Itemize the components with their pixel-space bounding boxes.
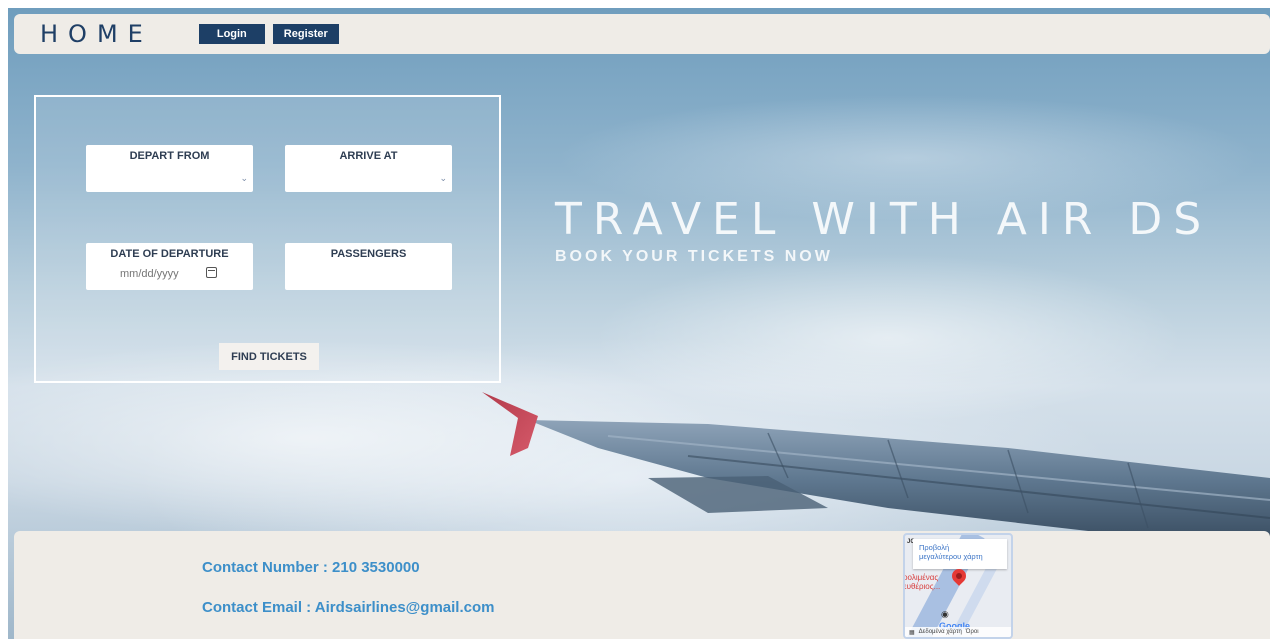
map-place-label: ρολιμένας ευθέριος... (903, 573, 941, 591)
map-terms-link[interactable]: Όροι (966, 629, 979, 635)
map-data-link[interactable]: Δεδομένα χάρτη (919, 629, 962, 635)
contact-number: Contact Number : 210 3530000 (202, 559, 420, 576)
date-input[interactable] (120, 268, 190, 280)
hero-subtitle: BOOK YOUR TICKETS NOW (555, 248, 833, 265)
find-tickets-button[interactable]: FIND TICKETS (219, 343, 319, 370)
login-button[interactable]: Login (198, 24, 265, 44)
passengers-label: PASSENGERS (330, 248, 407, 260)
hero-title: TRAVEL WITH AIR DS (555, 194, 1213, 245)
chevron-down-icon: ⌄ (439, 173, 447, 183)
register-button[interactable]: Register (272, 24, 339, 44)
date-of-departure-field: DATE OF DEPARTURE (86, 243, 253, 290)
keyboard-icon[interactable]: ▦ (909, 629, 915, 636)
arrive-at-select[interactable]: ARRIVE AT ⌄ (285, 145, 452, 192)
booking-form: DEPART FROM ⌄ ARRIVE AT ⌄ DATE OF DEPART… (34, 95, 501, 383)
date-of-departure-label: DATE OF DEPARTURE (110, 248, 229, 260)
arrive-at-label: ARRIVE AT (339, 150, 398, 162)
chevron-down-icon: ⌄ (240, 173, 248, 183)
map-attribution: ▦ Δεδομένα χάρτη Όροι (905, 627, 1011, 637)
transit-icon: ◉ (941, 609, 949, 619)
passengers-field[interactable]: PASSENGERS (285, 243, 452, 290)
depart-from-label: DEPART FROM (129, 150, 210, 162)
map-place-line: ρολιμένας (903, 573, 939, 582)
depart-from-select[interactable]: DEPART FROM ⌄ (86, 145, 253, 192)
contact-footer: Contact Number : 210 3530000 Contact Ema… (14, 531, 1270, 639)
view-larger-map-link[interactable]: Προβολή μεγαλύτερου χάρτη (913, 539, 1007, 569)
map-popup-line: μεγαλύτερου χάρτη (919, 552, 983, 561)
embedded-map[interactable]: JC Προβολή μεγαλύτερου χάρτη ρολιμένας ε… (903, 533, 1013, 639)
contact-email[interactable]: Contact Email : Airdsairlines@gmail.com (202, 599, 494, 616)
top-nav-bar: HOME Login Register (14, 14, 1270, 54)
calendar-icon[interactable] (206, 267, 217, 278)
home-logo[interactable]: HOME (40, 20, 153, 48)
map-place-line: ευθέριος... (903, 582, 941, 591)
map-popup-line: Προβολή (919, 543, 950, 552)
